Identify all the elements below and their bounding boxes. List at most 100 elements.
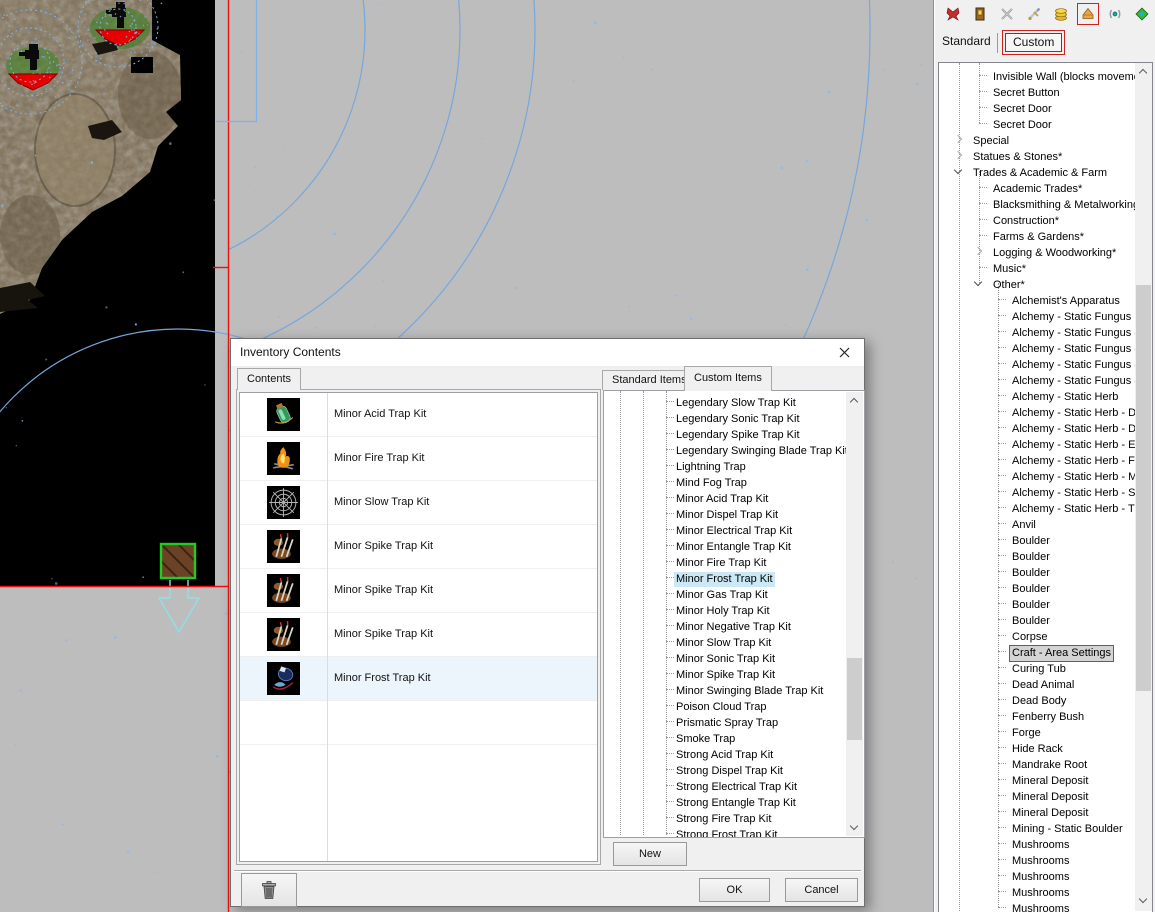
palette-tree-item[interactable]: Alchemy - Static Herb - E <box>939 435 1152 451</box>
palette-tab-custom[interactable]: Custom <box>1005 33 1062 52</box>
merchant-icon[interactable] <box>1052 5 1070 23</box>
palette-tree-item[interactable]: Boulder <box>939 611 1152 627</box>
custom-tree-item[interactable]: Legendary Slow Trap Kit <box>604 393 847 409</box>
palette-tree[interactable]: Invisible Wall (blocks movemeSecret Butt… <box>938 62 1153 912</box>
palette-tree-item[interactable]: Invisible Wall (blocks moveme <box>939 67 1152 83</box>
ok-button[interactable]: OK <box>699 878 770 902</box>
door-icon[interactable] <box>971 5 989 23</box>
palette-tree-item[interactable]: Alchemy - Static Fungus - <box>939 339 1152 355</box>
palette-tree-item[interactable]: Trades & Academic & Farm <box>939 163 1152 179</box>
palette-tree-item[interactable]: Alchemy - Static Fungus - <box>939 371 1152 387</box>
custom-tree-item[interactable]: Minor Acid Trap Kit <box>604 489 847 505</box>
custom-tree-item[interactable]: Strong Acid Trap Kit <box>604 745 847 761</box>
custom-tree-item[interactable]: Minor Entangle Trap Kit <box>604 537 847 553</box>
custom-tree-item[interactable]: Strong Fire Trap Kit <box>604 809 847 825</box>
inventory-list-row[interactable]: Minor Spike Trap Kit <box>240 613 597 657</box>
palette-tree-item[interactable]: Curing Tub <box>939 659 1152 675</box>
inventory-list-row[interactable]: Minor Frost Trap Kit <box>240 657 597 701</box>
palette-tree-item[interactable]: Mushrooms <box>939 867 1152 883</box>
placeable-icon[interactable] <box>1079 5 1097 23</box>
new-button[interactable]: New <box>613 842 687 866</box>
custom-tree-item[interactable]: Smoke Trap <box>604 729 847 745</box>
palette-tree-item[interactable]: Alchemy - Static Herb - D <box>939 419 1152 435</box>
palette-tree-item[interactable]: Mineral Deposit <box>939 787 1152 803</box>
custom-tree-item[interactable]: Poison Cloud Trap <box>604 697 847 713</box>
scroll-down-icon[interactable] <box>1135 892 1152 909</box>
chevron-right-icon[interactable] <box>954 151 962 159</box>
palette-tree-item[interactable]: Other* <box>939 275 1152 291</box>
scroll-down-icon[interactable] <box>846 819 863 836</box>
custom-tree-item[interactable]: Minor Negative Trap Kit <box>604 617 847 633</box>
custom-tree-item[interactable]: Minor Frost Trap Kit <box>604 569 847 585</box>
palette-tree-item[interactable]: Music* <box>939 259 1152 275</box>
palette-tree-item[interactable]: Alchemy - Static Herb <box>939 387 1152 403</box>
palette-tree-item[interactable]: Alchemy - Static Herb - T <box>939 499 1152 515</box>
sound-icon[interactable] <box>1106 5 1124 23</box>
palette-tree-item[interactable]: Farms & Gardens* <box>939 227 1152 243</box>
palette-tree-item[interactable]: Secret Button <box>939 83 1152 99</box>
custom-tree-item[interactable]: Legendary Spike Trap Kit <box>604 425 847 441</box>
inventory-list-row[interactable]: Minor Spike Trap Kit <box>240 569 597 613</box>
scrollbar[interactable] <box>846 392 863 836</box>
dialog-titlebar[interactable]: Inventory Contents <box>231 339 864 366</box>
chevron-right-icon[interactable] <box>974 247 982 255</box>
custom-tree-item[interactable]: Legendary Swinging Blade Trap Kit <box>604 441 847 457</box>
palette-tree-item[interactable]: Mineral Deposit <box>939 771 1152 787</box>
palette-tree-item[interactable]: Boulder <box>939 547 1152 563</box>
custom-tree-item[interactable]: Minor Sonic Trap Kit <box>604 649 847 665</box>
custom-items-tree[interactable]: Legendary Slow Trap KitLegendary Sonic T… <box>603 390 865 838</box>
palette-tree-item[interactable]: Mushrooms <box>939 899 1152 912</box>
palette-tree-item[interactable]: Alchemy - Static Herb - Fi <box>939 451 1152 467</box>
palette-tree-item[interactable]: Forge <box>939 723 1152 739</box>
inventory-list-row[interactable]: Minor Fire Trap Kit <box>240 437 597 481</box>
custom-tree-item[interactable]: Strong Entangle Trap Kit <box>604 793 847 809</box>
palette-tree-item[interactable]: Mushrooms <box>939 851 1152 867</box>
palette-tree-item[interactable]: Academic Trades* <box>939 179 1152 195</box>
item-icon[interactable] <box>1025 5 1043 23</box>
custom-tree-item[interactable]: Strong Electrical Trap Kit <box>604 777 847 793</box>
custom-tree-item[interactable]: Minor Holy Trap Kit <box>604 601 847 617</box>
palette-tree-item[interactable]: Craft - Area Settings <box>939 643 1152 659</box>
scrollbar[interactable] <box>1135 63 1152 911</box>
creature-icon[interactable] <box>944 5 962 23</box>
custom-tree-item[interactable]: Minor Slow Trap Kit <box>604 633 847 649</box>
palette-tree-item[interactable]: Mandrake Root <box>939 755 1152 771</box>
custom-tree-item[interactable]: Lightning Trap <box>604 457 847 473</box>
selected-placeable-crate[interactable] <box>161 544 195 578</box>
inventory-list-row[interactable]: Minor Spike Trap Kit <box>240 525 597 569</box>
palette-tree-item[interactable]: Dead Body <box>939 691 1152 707</box>
palette-tree-item[interactable]: Boulder <box>939 563 1152 579</box>
custom-tree-item[interactable]: Prismatic Spray Trap <box>604 713 847 729</box>
inventory-empty-row[interactable] <box>240 701 597 745</box>
palette-tree-item[interactable]: Alchemy - Static Fungus - <box>939 323 1152 339</box>
custom-tree-item[interactable]: Minor Swinging Blade Trap Kit <box>604 681 847 697</box>
palette-tree-item[interactable]: Alchemy - Static Fungus <box>939 307 1152 323</box>
chevron-right-icon[interactable] <box>954 135 962 143</box>
inventory-list-row[interactable]: Minor Slow Trap Kit <box>240 481 597 525</box>
custom-tree-item[interactable]: Minor Gas Trap Kit <box>604 585 847 601</box>
tab-standard-items[interactable]: Standard Items <box>602 370 697 390</box>
delete-button[interactable] <box>241 873 297 907</box>
palette-tree-item[interactable]: Secret Door <box>939 115 1152 131</box>
palette-tree-item[interactable]: Dead Animal <box>939 675 1152 691</box>
custom-tree-item[interactable]: Minor Fire Trap Kit <box>604 553 847 569</box>
palette-tree-item[interactable]: Mining - Static Boulder <box>939 819 1152 835</box>
custom-tree-item[interactable]: Minor Dispel Trap Kit <box>604 505 847 521</box>
inventory-list[interactable]: Minor Acid Trap KitMinor Fire Trap KitMi… <box>239 392 598 862</box>
custom-tree-item[interactable]: Legendary Sonic Trap Kit <box>604 409 847 425</box>
palette-tree-item[interactable]: Special <box>939 131 1152 147</box>
palette-tree-item[interactable]: Boulder <box>939 579 1152 595</box>
scrollbar-thumb[interactable] <box>847 658 862 740</box>
custom-tree-item[interactable]: Minor Spike Trap Kit <box>604 665 847 681</box>
custom-tree-item[interactable]: Minor Electrical Trap Kit <box>604 521 847 537</box>
palette-tree-item[interactable]: Anvil <box>939 515 1152 531</box>
inventory-list-row[interactable]: Minor Acid Trap Kit <box>240 393 597 437</box>
cancel-button[interactable]: Cancel <box>785 878 858 902</box>
palette-tree-item[interactable]: Alchemy - Static Herb - S <box>939 483 1152 499</box>
palette-tree-item[interactable]: Boulder <box>939 595 1152 611</box>
palette-tree-item[interactable]: Secret Door <box>939 99 1152 115</box>
palette-tree-item[interactable]: Construction* <box>939 211 1152 227</box>
encounter-icon[interactable] <box>998 5 1016 23</box>
custom-tree-item[interactable]: Mind Fog Trap <box>604 473 847 489</box>
palette-tree-item[interactable]: Alchemist's Apparatus <box>939 291 1152 307</box>
